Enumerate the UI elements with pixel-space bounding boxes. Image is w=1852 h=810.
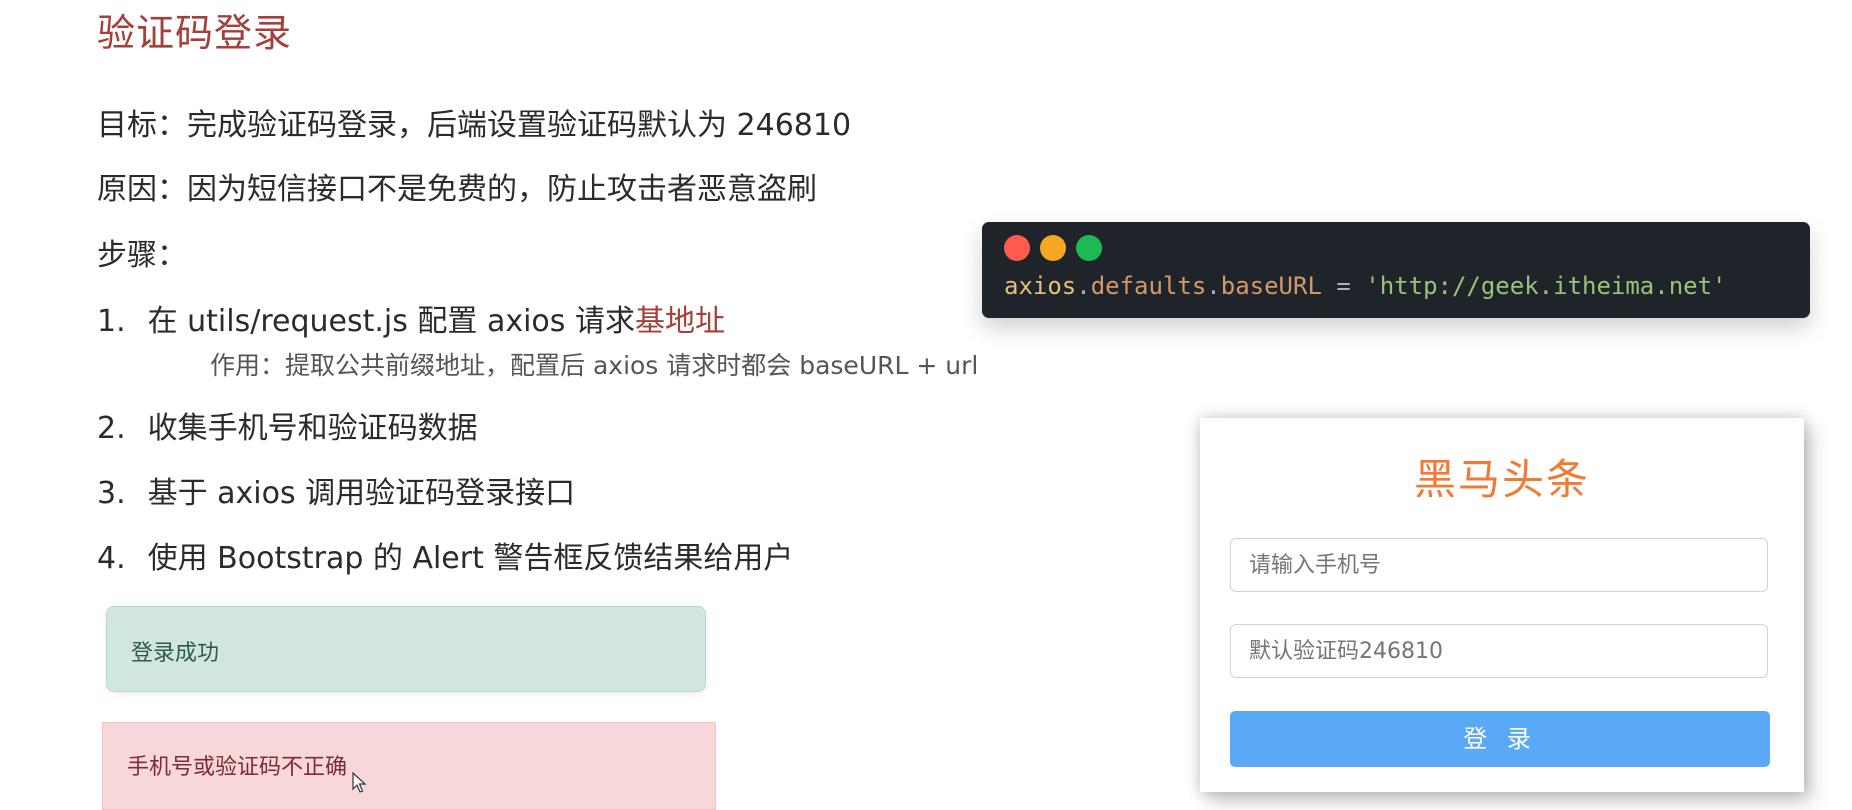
code-line: axios.defaults.baseURL = 'http://geek.it… xyxy=(1004,272,1727,300)
step-number: 3. xyxy=(97,476,126,511)
step-1: 1. 在 utils/request.js 配置 axios 请求基地址 xyxy=(97,296,725,340)
step-number: 2. xyxy=(97,411,126,446)
reason-text: 原因：因为短信接口不是免费的，防止攻击者恶意盗刷 xyxy=(97,172,817,207)
step-text: 在 utils/request.js 配置 axios 请求 xyxy=(147,304,635,339)
danger-alert: 手机号或验证码不正确 xyxy=(102,722,716,810)
step-text: 使用 Bootstrap 的 Alert 警告框反馈结果给用户 xyxy=(147,541,794,576)
window-minimize-dot xyxy=(1040,235,1066,261)
step-1-note: 作用：提取公共前缀地址，配置后 axios 请求时都会 baseURL + ur… xyxy=(210,351,979,380)
step-number: 1. xyxy=(97,304,126,339)
step-text: 基于 axios 调用验证码登录接口 xyxy=(147,476,576,511)
login-card: 黑马头条 登 录 xyxy=(1200,418,1804,792)
page-title: 验证码登录 xyxy=(97,11,293,55)
login-card-title: 黑马头条 xyxy=(1413,455,1590,504)
window-close-dot xyxy=(1004,235,1030,261)
goal-text: 目标：完成验证码登录，后端设置验证码默认为 246810 xyxy=(97,108,852,143)
step-highlight: 基地址 xyxy=(634,304,725,339)
verification-code-input[interactable] xyxy=(1230,624,1768,678)
login-button[interactable]: 登 录 xyxy=(1230,711,1770,767)
step-text: 收集手机号和验证码数据 xyxy=(147,411,478,446)
code-window: axios.defaults.baseURL = 'http://geek.it… xyxy=(982,222,1810,318)
success-alert-text: 登录成功 xyxy=(131,641,220,666)
step-3: 3. 基于 axios 调用验证码登录接口 xyxy=(97,468,575,512)
step-4: 4. 使用 Bootstrap 的 Alert 警告框反馈结果给用户 xyxy=(97,533,793,577)
danger-alert-text: 手机号或验证码不正确 xyxy=(127,755,348,780)
step-2: 2. 收集手机号和验证码数据 xyxy=(97,403,478,447)
steps-label: 步骤： xyxy=(97,238,187,273)
phone-input[interactable] xyxy=(1230,538,1768,592)
step-number: 4. xyxy=(97,541,126,576)
window-maximize-dot xyxy=(1076,235,1102,261)
success-alert: 登录成功 xyxy=(106,606,706,692)
